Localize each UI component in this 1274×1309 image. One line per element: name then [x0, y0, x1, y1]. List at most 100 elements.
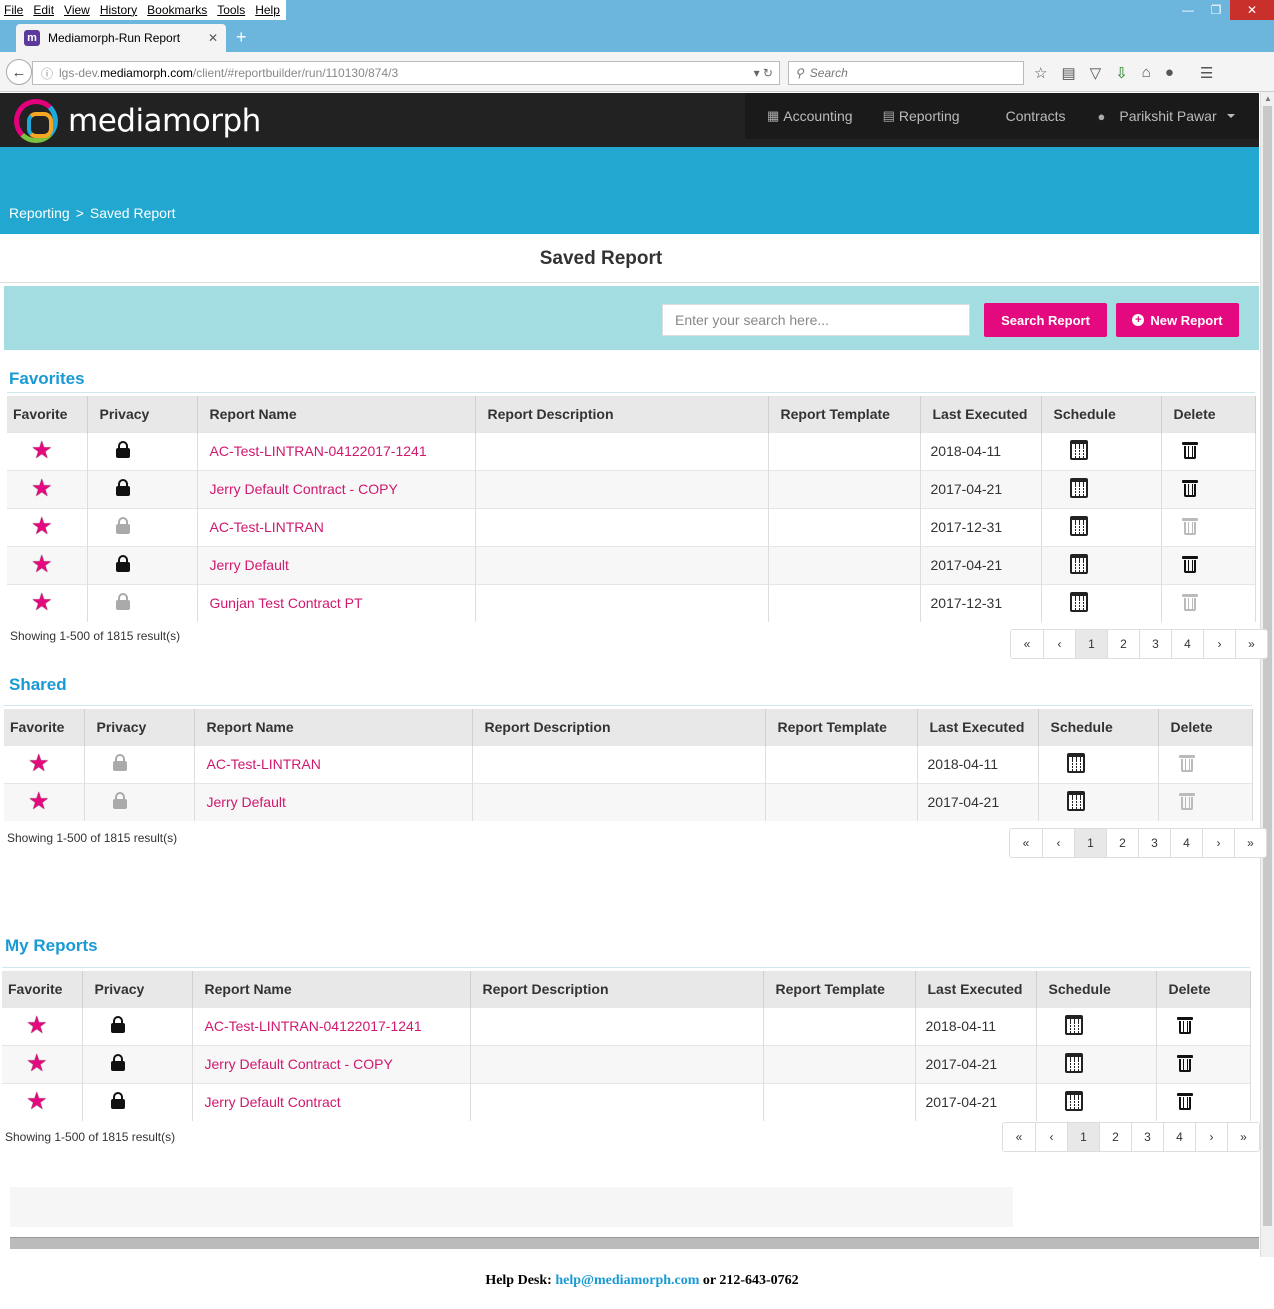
favorite-star-icon[interactable]: ★ [31, 553, 53, 577]
column-header-schedule[interactable]: Schedule [1036, 971, 1157, 1007]
column-header-report-template[interactable]: Report Template [765, 709, 918, 745]
lock-icon[interactable] [110, 1092, 125, 1110]
menu-icon[interactable]: ☰ [1200, 64, 1213, 82]
favorite-star-icon[interactable]: ★ [26, 1090, 48, 1114]
calendar-icon[interactable] [1064, 1052, 1083, 1073]
page-button[interactable]: 3 [1131, 1123, 1163, 1151]
column-header-schedule[interactable]: Schedule [1038, 709, 1159, 745]
maximize-icon[interactable]: ❐ [1202, 0, 1230, 20]
column-header-report-template[interactable]: Report Template [763, 971, 916, 1007]
help-desk-email[interactable]: help@mediamorph.com [555, 1273, 699, 1288]
unlock-icon[interactable] [112, 792, 127, 810]
tab-close-icon[interactable]: ✕ [208, 31, 218, 45]
page-button[interactable]: » [1234, 829, 1266, 857]
menu-item-history[interactable]: History [100, 3, 137, 17]
column-header-privacy[interactable]: Privacy [87, 396, 198, 432]
menu-item-file[interactable]: File [4, 3, 23, 17]
page-button[interactable]: 1 [1075, 630, 1107, 658]
page-button[interactable]: » [1227, 1123, 1259, 1151]
report-name-link[interactable]: Jerry Default [194, 782, 473, 821]
breadcrumb-reporting[interactable]: Reporting [9, 205, 70, 221]
favorite-star-icon[interactable]: ★ [31, 591, 53, 615]
browser-search-input[interactable]: ⚲ Search [788, 61, 1024, 85]
home-icon[interactable]: ⌂ [1142, 64, 1151, 82]
page-button[interactable]: 3 [1139, 630, 1171, 658]
new-tab-icon[interactable]: + [236, 28, 247, 46]
lock-icon[interactable] [115, 479, 130, 496]
page-button[interactable]: « [1010, 829, 1042, 857]
calendar-icon[interactable] [1066, 790, 1085, 811]
browser-tab[interactable]: m Mediamorph-Run Report ✕ [16, 24, 226, 52]
menu-item-bookmarks[interactable]: Bookmarks [147, 3, 207, 17]
column-header-delete[interactable]: Delete [1156, 971, 1251, 1007]
report-name-link[interactable]: AC-Test-LINTRAN [194, 744, 473, 783]
nav-reporting[interactable]: ▤ Reporting [883, 108, 960, 124]
vertical-scrollbar[interactable]: ▲ [1260, 92, 1274, 1257]
favorite-star-icon[interactable]: ★ [31, 477, 53, 501]
page-button[interactable]: ‹ [1035, 1123, 1067, 1151]
column-header-schedule[interactable]: Schedule [1041, 396, 1162, 432]
column-header-report-name[interactable]: Report Name [197, 396, 476, 432]
report-name-link[interactable]: AC-Test-LINTRAN-04122017-1241 [192, 1006, 471, 1045]
scroll-up-icon[interactable]: ▲ [1263, 94, 1273, 104]
favorite-star-icon[interactable]: ★ [31, 515, 53, 539]
calendar-icon[interactable] [1069, 591, 1088, 612]
column-header-favorite[interactable]: Favorite [4, 709, 85, 745]
column-header-last-executed[interactable]: Last Executed [915, 971, 1037, 1007]
trash-icon[interactable] [1176, 1054, 1193, 1072]
search-report-button[interactable]: Search Report [984, 303, 1107, 337]
page-button[interactable]: ‹ [1042, 829, 1074, 857]
column-header-privacy[interactable]: Privacy [84, 709, 195, 745]
column-header-report-description[interactable]: Report Description [470, 971, 764, 1007]
menu-item-edit[interactable]: Edit [33, 3, 54, 17]
column-header-favorite[interactable]: Favorite [7, 396, 88, 432]
column-header-report-description[interactable]: Report Description [472, 709, 766, 745]
report-name-link[interactable]: Gunjan Test Contract PT [197, 583, 476, 622]
page-button[interactable]: 1 [1067, 1123, 1099, 1151]
calendar-icon[interactable] [1064, 1090, 1083, 1111]
favorite-star-icon[interactable]: ★ [28, 752, 50, 776]
page-button[interactable]: 1 [1074, 829, 1106, 857]
calendar-icon[interactable] [1069, 553, 1088, 574]
calendar-icon[interactable] [1064, 1014, 1083, 1035]
column-header-privacy[interactable]: Privacy [82, 971, 193, 1007]
column-header-delete[interactable]: Delete [1158, 709, 1253, 745]
favorite-star-icon[interactable]: ★ [26, 1052, 48, 1076]
menu-item-view[interactable]: View [64, 3, 90, 17]
page-button[interactable]: « [1003, 1123, 1035, 1151]
favorite-star-icon[interactable]: ★ [26, 1014, 48, 1038]
trash-icon[interactable] [1181, 555, 1198, 573]
back-icon[interactable]: ← [6, 59, 32, 85]
nav-contracts[interactable]: Contracts [1006, 108, 1066, 124]
lock-icon[interactable] [110, 1054, 125, 1071]
calendar-icon[interactable] [1066, 752, 1085, 773]
report-name-link[interactable]: Jerry Default Contract - COPY [197, 469, 476, 508]
report-name-link[interactable]: Jerry Default [197, 545, 476, 584]
page-button[interactable]: ‹ [1043, 630, 1075, 658]
trash-icon[interactable] [1181, 479, 1198, 497]
reload-icon[interactable]: ▾ ↻ [754, 66, 779, 80]
favorite-star-icon[interactable]: ★ [28, 790, 50, 814]
unlock-icon[interactable] [115, 593, 130, 611]
page-button[interactable]: 4 [1170, 829, 1202, 857]
pocket-icon[interactable]: ▽ [1090, 64, 1102, 82]
page-button[interactable]: › [1202, 829, 1234, 857]
trash-icon[interactable] [1176, 1016, 1193, 1034]
horizontal-scrollbar[interactable] [10, 1237, 1259, 1249]
nav-accounting[interactable]: ▦ Accounting [767, 108, 853, 124]
page-button[interactable]: 4 [1171, 630, 1203, 658]
page-button[interactable]: 4 [1163, 1123, 1195, 1151]
page-button[interactable]: 2 [1106, 829, 1138, 857]
trash-icon[interactable] [1181, 441, 1198, 459]
calendar-icon[interactable] [1069, 477, 1088, 498]
close-window-icon[interactable]: ✕ [1230, 0, 1274, 20]
info-icon[interactable]: ⓘ [41, 65, 53, 82]
report-search-input[interactable] [662, 304, 970, 336]
report-name-link[interactable]: AC-Test-LINTRAN-04122017-1241 [197, 431, 476, 470]
page-button[interactable]: › [1203, 630, 1235, 658]
favorite-star-icon[interactable]: ★ [31, 439, 53, 463]
column-header-delete[interactable]: Delete [1161, 396, 1256, 432]
lock-icon[interactable] [110, 1016, 125, 1033]
column-header-last-executed[interactable]: Last Executed [920, 396, 1042, 432]
page-button[interactable]: « [1011, 630, 1043, 658]
